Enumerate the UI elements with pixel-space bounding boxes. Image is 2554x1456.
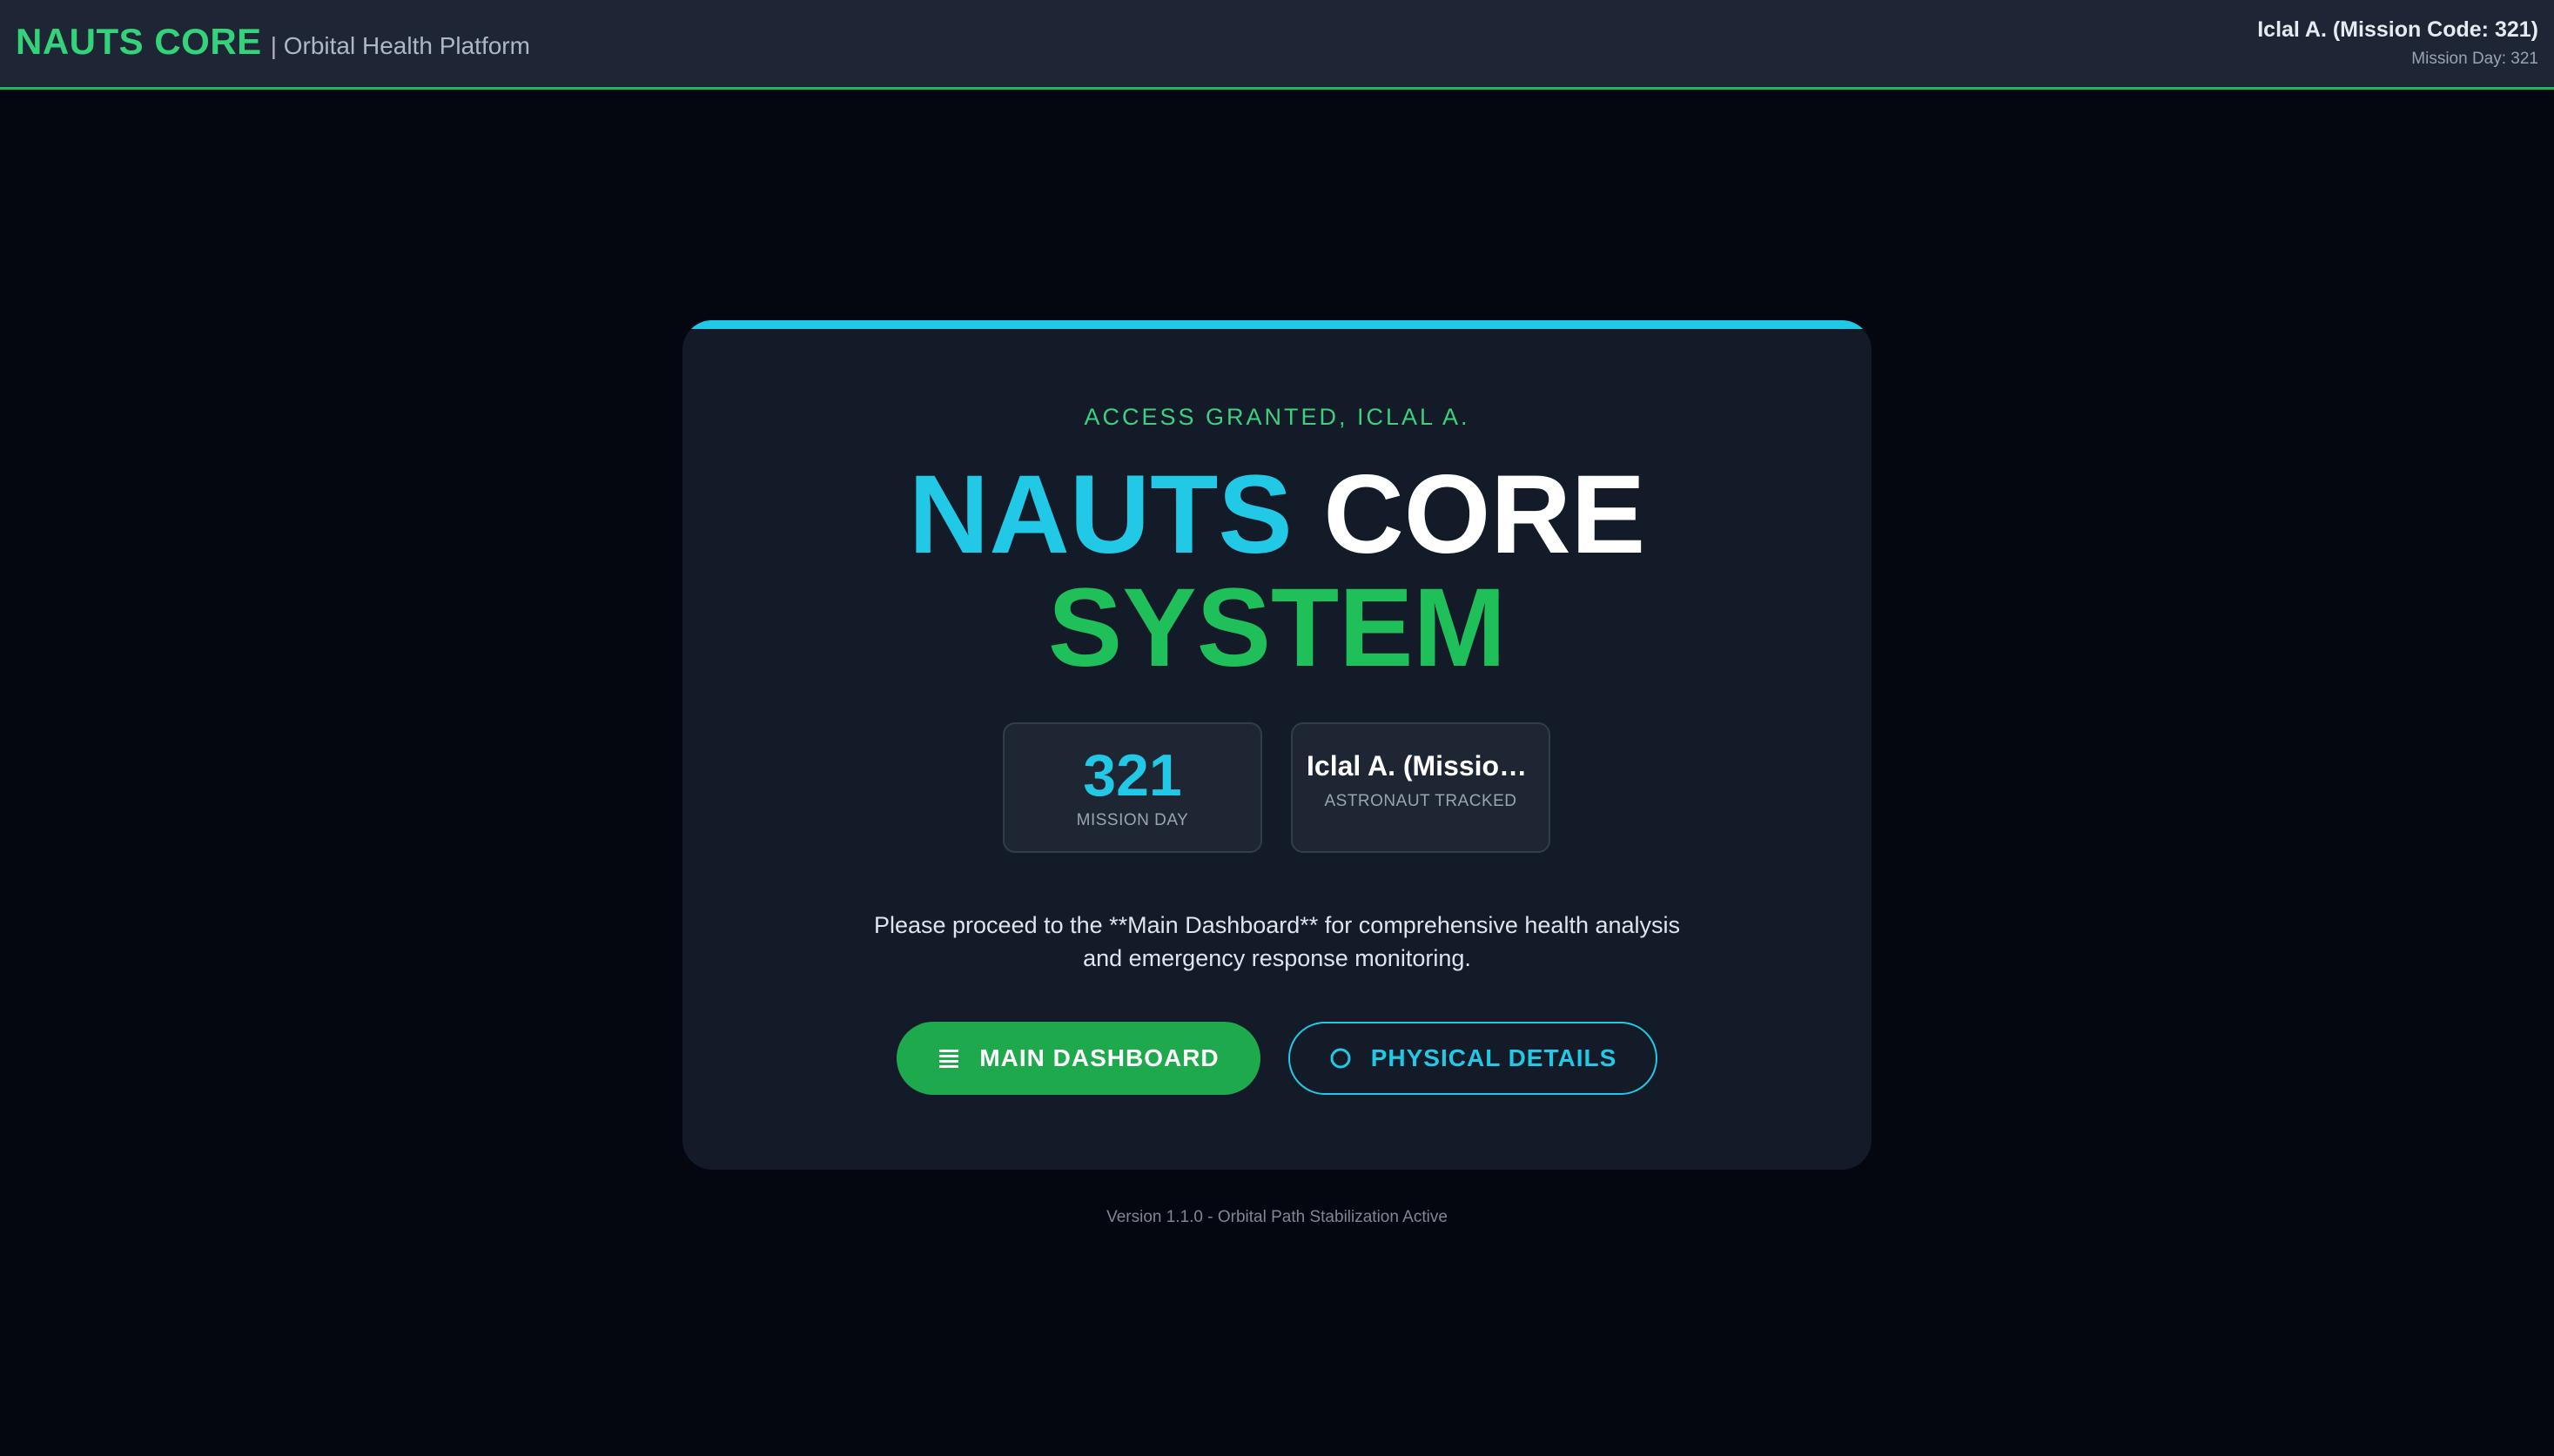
- brand-name[interactable]: NAUTS CORE: [16, 21, 262, 63]
- card-accent-line: [682, 320, 1872, 329]
- mission-day-stat: 321 MISSION DAY: [1003, 722, 1262, 853]
- user-info: Iclal A. (Mission Code: 321) Mission Day…: [2257, 17, 2538, 69]
- hero-title-word-system: SYSTEM: [1047, 566, 1507, 690]
- welcome-card: ACCESS GRANTED, ICLAL A. NAUTS CORE SYST…: [682, 320, 1872, 1170]
- top-bar: NAUTS CORE | Orbital Health Platform Icl…: [0, 0, 2554, 90]
- hero-title-word-core: CORE: [1323, 453, 1646, 577]
- astronaut-stat-label: ASTRONAUT TRACKED: [1324, 792, 1517, 810]
- instruction-text: Please proceed to the **Main Dashboard**…: [873, 912, 1681, 971]
- main-dashboard-label: MAIN DASHBOARD: [979, 1044, 1220, 1071]
- version-footer: Version 1.1.0 - Orbital Path Stabilizati…: [1106, 1208, 1448, 1226]
- user-name: Iclal A. (Mission Code: 321): [2257, 17, 2538, 42]
- mission-day-label: Mission Day: 321: [2411, 50, 2538, 68]
- physical-details-label: PHYSICAL DETAILS: [1370, 1044, 1617, 1071]
- hero-title-word-nauts: NAUTS: [908, 453, 1293, 577]
- hero-title-line-1: NAUTS CORE: [682, 460, 1872, 571]
- astronaut-name-value: Iclal A. (Mission Code: 321): [1307, 750, 1549, 782]
- list-icon: [939, 1050, 959, 1068]
- mission-day-stat-label: MISSION DAY: [1076, 811, 1189, 829]
- hero-title-line-2: SYSTEM: [682, 573, 1872, 684]
- access-granted-text: ACCESS GRANTED, ICLAL A.: [1084, 404, 1470, 430]
- mission-day-value: 321: [1083, 742, 1182, 809]
- brand-subtitle: | Orbital Health Platform: [270, 32, 530, 59]
- main-dashboard-button[interactable]: MAIN DASHBOARD: [897, 1022, 1260, 1095]
- astronaut-stat: Iclal A. (Mission Code: 321) ASTRONAUT T…: [1291, 722, 1550, 853]
- circle-icon: [1330, 1048, 1351, 1069]
- brand: NAUTS CORE | Orbital Health Platform: [16, 21, 530, 63]
- physical-details-button[interactable]: PHYSICAL DETAILS: [1288, 1022, 1657, 1095]
